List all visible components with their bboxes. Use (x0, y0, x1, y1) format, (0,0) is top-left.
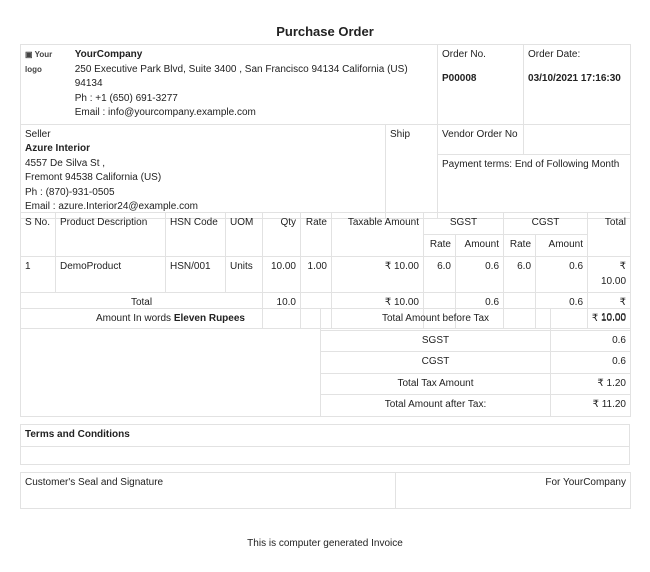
cell-qty: 10.00 (262, 256, 301, 293)
summary-table: Amount In words Eleven Rupees Total Amou… (20, 308, 631, 417)
payment-terms: Payment terms: End of Following Month (437, 154, 632, 219)
header-qty: Qty (262, 212, 301, 257)
signature-table: Customer's Seal and Signature For YourCo… (20, 472, 631, 509)
seller-city: Fremont 94538 California (US) (25, 172, 162, 183)
header-sgst: SGST (422, 212, 505, 235)
header-cgst-rate: Rate (503, 234, 537, 257)
order-date-label: Order Date: (528, 49, 581, 60)
order-no: P00008 (442, 72, 477, 84)
header-taxable: Taxable Amount (331, 212, 424, 257)
header-rate: Rate (300, 212, 332, 257)
company-logo: ▣ Your logo (25, 50, 53, 74)
header-sno: S No. (20, 212, 56, 257)
order-no-cell: Order No. P00008 (437, 44, 525, 125)
header-sgst-rate: Rate (423, 234, 456, 257)
summary-value: 0.6 (550, 329, 631, 352)
company-phone: Ph : +1 (650) 691-3277 (74, 92, 178, 104)
summary-value: ₹ 1.20 (550, 372, 631, 395)
order-no-label: Order No. (442, 49, 486, 60)
header-desc: Product Description (55, 212, 166, 257)
company-email: Email : info@yourcompany.example.com (74, 107, 256, 118)
seller-street: 4557 De Silva St , (25, 157, 106, 169)
header-hsn: HSN Code (165, 212, 226, 257)
summary-value: 0.6 (550, 351, 631, 374)
cell-desc: DemoProduct (55, 256, 166, 293)
cell-sgst-rate: 6.0 (423, 256, 456, 293)
cell-taxable: ₹ 10.00 (331, 256, 424, 293)
seller-info: Seller Azure Interior 4557 De Silva St ,… (20, 123, 386, 219)
header-table: ▣ Your logo YourCompany 250 Executive Pa… (19, 44, 632, 219)
summary-value: ₹ 11.20 (550, 394, 631, 417)
header-sgst-amount: Amount (454, 234, 505, 257)
vendor-order-value (523, 123, 632, 156)
customer-signature: Customer's Seal and Signature (20, 472, 396, 509)
summary-label: SGST (320, 329, 551, 352)
terms-label: Terms and Conditions (20, 424, 630, 447)
cell-cgst-amount: 0.6 (535, 256, 589, 293)
summary-label: Total Tax Amount (320, 372, 551, 395)
terms-content (20, 445, 630, 465)
ship-label: Ship (384, 123, 439, 219)
seller-name: Azure Interior (25, 143, 91, 154)
cell-rate: 1.00 (300, 256, 332, 293)
summary-label: Total Amount before Tax (320, 308, 551, 331)
cell-hsn: HSN/001 (165, 256, 226, 293)
summary-value: ₹ 10.00 (550, 308, 631, 331)
summary-label: Total Amount after Tax: (320, 394, 551, 417)
seller-label: Seller (25, 128, 51, 140)
cell-sno: 1 (20, 256, 56, 293)
cell-cgst-rate: 6.0 (503, 256, 537, 293)
company-info: ▣ Your logo YourCompany 250 Executive Pa… (19, 44, 439, 125)
amount-in-words: Amount In words Eleven Rupees (20, 308, 321, 417)
header-total: Total (587, 212, 632, 257)
company-signature: For YourCompany (395, 472, 631, 509)
order-date: 03/10/2021 17:16:30 (528, 72, 621, 84)
terms-table: Terms and Conditions (20, 424, 630, 465)
cell-uom: Units (225, 256, 263, 293)
footer-note: This is computer generated Invoice (247, 538, 403, 549)
cell-total: ₹ 10.00 (587, 256, 632, 293)
table-row: 1 DemoProduct HSN/001 Units 10.00 1.00 ₹… (20, 256, 632, 293)
cell-sgst-amount: 0.6 (454, 256, 505, 293)
vendor-order-label: Vendor Order No (437, 123, 525, 156)
page-title: Purchase Order (276, 24, 374, 39)
seller-phone: Ph : (870)-931-0505 (25, 186, 115, 198)
order-date-cell: Order Date: 03/10/2021 17:16:30 (523, 44, 632, 125)
summary-label: CGST (320, 351, 551, 374)
company-address: 250 Executive Park Blvd, Suite 3400 , Sa… (74, 63, 408, 90)
company-name: YourCompany (74, 49, 143, 60)
header-uom: UOM (225, 212, 263, 257)
header-cgst: CGST (503, 212, 589, 235)
header-cgst-amount: Amount (535, 234, 589, 257)
